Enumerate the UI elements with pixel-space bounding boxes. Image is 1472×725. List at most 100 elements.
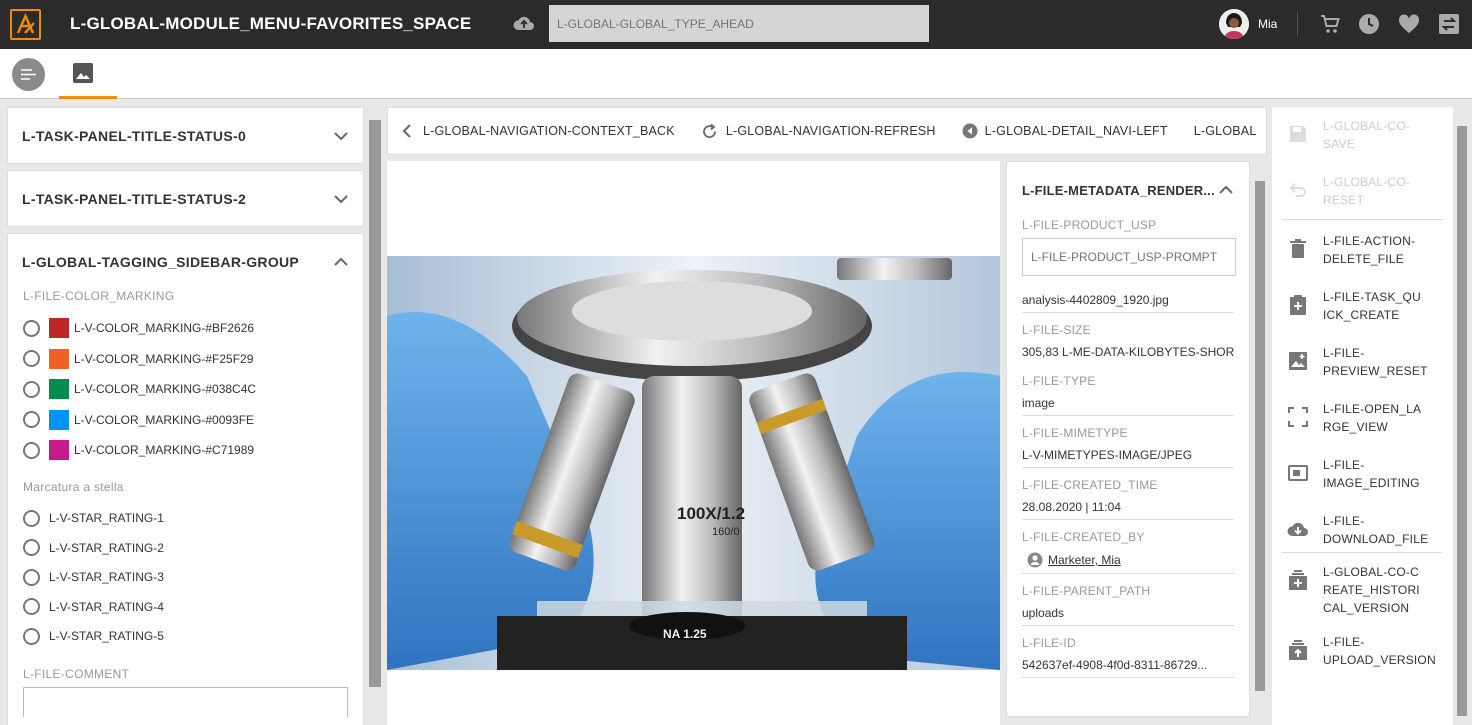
upload-version-button[interactable]: L-FILE-UPLOAD_VERSION bbox=[1272, 627, 1453, 669]
sub-toolbar bbox=[0, 49, 1472, 99]
reset-label: L-GLOBAL-CO-RESET bbox=[1323, 175, 1411, 207]
panel-title: L-TASK-PANEL-TITLE-STATUS-2 bbox=[22, 190, 247, 207]
created-time-value: 28.08.2020 | 11:04 bbox=[1022, 492, 1234, 520]
delete-file-button[interactable]: L-FILE-ACTION-DELETE_FILE bbox=[1272, 220, 1453, 278]
color-marking-label: L-V-COLOR_MARKING-#BF2626 bbox=[74, 321, 255, 336]
color-marking-label: L-V-COLOR_MARKING-#0093FE bbox=[74, 412, 255, 427]
nav-back-label: L-GLOBAL-NAVIGATION-CONTEXT_BACK bbox=[423, 124, 675, 138]
save-label: L-GLOBAL-CO-SAVE bbox=[1323, 119, 1411, 151]
star-rating-option[interactable]: L-V-STAR_RATING-3 bbox=[8, 563, 363, 593]
status-panel-0[interactable]: L-TASK-PANEL-TITLE-STATUS-0 bbox=[7, 107, 364, 164]
version-add-icon bbox=[1284, 569, 1312, 591]
previous-icon bbox=[962, 123, 978, 139]
global-search-input[interactable] bbox=[549, 5, 929, 42]
star-rating-option[interactable]: L-V-STAR_RATING-5 bbox=[8, 622, 363, 652]
image-tab[interactable] bbox=[59, 49, 117, 99]
top-bar: L-GLOBAL-MODULE_MENU-FAVORITES_SPACE Mia bbox=[0, 0, 1472, 49]
color-marking-option[interactable]: L-V-COLOR_MARKING-#038C4C bbox=[8, 374, 363, 405]
nav-refresh-button[interactable]: L-GLOBAL-NAVIGATION-REFRESH bbox=[688, 120, 949, 142]
filename-value[interactable]: analysis-4402809_1920.jpg bbox=[1022, 285, 1234, 313]
cloud-download-icon bbox=[1284, 518, 1312, 540]
nav-left-button[interactable]: L-GLOBAL-DETAIL_NAVI-LEFT bbox=[949, 120, 1181, 142]
chevron-down-icon[interactable] bbox=[333, 191, 349, 207]
file-id-value: 542637ef-4908-4f0d-8311-86729... bbox=[1022, 650, 1234, 678]
radio-button[interactable] bbox=[23, 319, 40, 337]
radio-button[interactable] bbox=[23, 380, 40, 398]
mimetype-value: L-V-MIMETYPES-IMAGE/JPEG bbox=[1022, 440, 1234, 468]
metadata-scrollbar[interactable] bbox=[1255, 181, 1265, 691]
download-file-label: L-FILE-DOWNLOAD_FILE bbox=[1323, 514, 1429, 546]
download-file-button[interactable]: L-FILE-DOWNLOAD_FILE bbox=[1272, 502, 1453, 552]
open-large-view-button[interactable]: L-FILE-OPEN_LARGE_VIEW bbox=[1272, 390, 1453, 446]
star-rating-option[interactable]: L-V-STAR_RATING-1 bbox=[8, 504, 363, 534]
size-value: 305,83 L-ME-DATA-KILOBYTES-SHORT bbox=[1022, 345, 1234, 359]
cloud-upload-icon[interactable] bbox=[512, 12, 536, 36]
size-label: L-FILE-SIZE bbox=[1022, 323, 1091, 337]
menu-toggle-button[interactable] bbox=[12, 58, 45, 91]
radio-button[interactable] bbox=[23, 568, 40, 586]
cart-icon[interactable] bbox=[1318, 12, 1342, 36]
app-logo-icon[interactable] bbox=[10, 9, 41, 40]
star-rating-label: L-V-STAR_RATING-5 bbox=[49, 629, 164, 644]
status-panel-2[interactable]: L-TASK-PANEL-TITLE-STATUS-2 bbox=[7, 170, 364, 227]
reset-button[interactable]: L-GLOBAL-CO-RESET bbox=[1272, 153, 1453, 219]
color-swatch bbox=[49, 440, 69, 461]
star-rating-label: Marcatura a stella bbox=[23, 479, 124, 494]
image-editing-label: L-FILE-IMAGE_EDITING bbox=[1323, 458, 1420, 490]
undo-icon bbox=[1284, 179, 1312, 201]
star-rating-option[interactable]: L-V-STAR_RATING-2 bbox=[8, 533, 363, 563]
clock-icon[interactable] bbox=[1357, 12, 1381, 36]
color-marking-option[interactable]: L-V-COLOR_MARKING-#BF2626 bbox=[8, 313, 363, 344]
radio-button[interactable] bbox=[23, 441, 40, 459]
color-marking-option[interactable]: L-V-COLOR_MARKING-#F25F29 bbox=[8, 344, 363, 375]
color-marking-option[interactable]: L-V-COLOR_MARKING-#0093FE bbox=[8, 405, 363, 436]
right-scrollbar[interactable] bbox=[1457, 126, 1467, 716]
parent-path-value: uploads bbox=[1022, 598, 1234, 626]
panel-title: L-GLOBAL-TAGGING_SIDEBAR-GROUP bbox=[22, 253, 300, 270]
task-quick-create-button[interactable]: L-FILE-TASK_QUICK_CREATE bbox=[1272, 278, 1453, 334]
type-label: L-FILE-TYPE bbox=[1022, 374, 1096, 388]
stage-label: NA 1.25 bbox=[663, 627, 707, 641]
user-avatar[interactable] bbox=[1219, 9, 1249, 39]
mimetype-label: L-FILE-MIMETYPE bbox=[1022, 426, 1128, 440]
comment-input[interactable] bbox=[23, 687, 348, 717]
chevron-up-icon[interactable] bbox=[1218, 182, 1234, 198]
switch-icon[interactable] bbox=[1437, 12, 1461, 36]
radio-button[interactable] bbox=[23, 509, 40, 527]
fullscreen-icon bbox=[1284, 406, 1312, 428]
actions-sidebar: L-GLOBAL-CO-SAVE L-GLOBAL-CO-RESET L-FIL… bbox=[1272, 107, 1453, 725]
save-button[interactable]: L-GLOBAL-CO-SAVE bbox=[1272, 107, 1453, 153]
preview-reset-button[interactable]: L-FILE-PREVIEW_RESET bbox=[1272, 334, 1453, 390]
color-swatch bbox=[49, 409, 69, 430]
create-historical-version-button[interactable]: L-GLOBAL-CO-CREATE_HISTORICAL_VERSION bbox=[1272, 553, 1453, 627]
header-divider bbox=[1297, 12, 1298, 36]
parent-path-label: L-FILE-PARENT_PATH bbox=[1022, 584, 1151, 598]
preview-reset-label: L-FILE-PREVIEW_RESET bbox=[1323, 346, 1428, 378]
version-upload-icon bbox=[1284, 639, 1312, 661]
delete-file-label: L-FILE-ACTION-DELETE_FILE bbox=[1323, 234, 1416, 266]
chevron-up-icon[interactable] bbox=[333, 254, 349, 270]
star-rating-option[interactable]: L-V-STAR_RATING-4 bbox=[8, 592, 363, 622]
left-scrollbar[interactable] bbox=[369, 120, 381, 687]
preview-image[interactable]: 100X/1.2 160/0 NA 1.25 bbox=[387, 256, 1000, 670]
radio-button[interactable] bbox=[23, 539, 40, 557]
radio-button[interactable] bbox=[23, 350, 40, 368]
image-editing-button[interactable]: L-FILE-IMAGE_EDITING bbox=[1272, 446, 1453, 502]
image-icon bbox=[73, 63, 93, 83]
radio-button[interactable] bbox=[23, 411, 40, 429]
tagging-panel: L-GLOBAL-TAGGING_SIDEBAR-GROUP L-FILE-CO… bbox=[7, 233, 364, 725]
nav-back-button[interactable]: L-GLOBAL-NAVIGATION-CONTEXT_BACK bbox=[388, 120, 688, 142]
nav-more-button[interactable]: L-GLOBAL bbox=[1181, 120, 1266, 142]
chevron-down-icon[interactable] bbox=[333, 128, 349, 144]
user-name[interactable]: Mia bbox=[1258, 17, 1277, 31]
radio-button[interactable] bbox=[23, 627, 40, 645]
save-icon bbox=[1284, 123, 1312, 145]
radio-button[interactable] bbox=[23, 598, 40, 616]
heart-icon[interactable] bbox=[1397, 12, 1421, 36]
product-usp-input[interactable] bbox=[1022, 238, 1236, 276]
color-marking-option[interactable]: L-V-COLOR_MARKING-#C71989 bbox=[8, 435, 363, 466]
comment-label: L-FILE-COMMENT bbox=[23, 667, 130, 681]
color-swatch bbox=[49, 318, 69, 339]
created-by-link[interactable]: Marketer, Mia bbox=[1048, 553, 1121, 567]
create-historical-version-label: L-GLOBAL-CO-CREATE_HISTORICAL_VERSION bbox=[1323, 565, 1420, 615]
